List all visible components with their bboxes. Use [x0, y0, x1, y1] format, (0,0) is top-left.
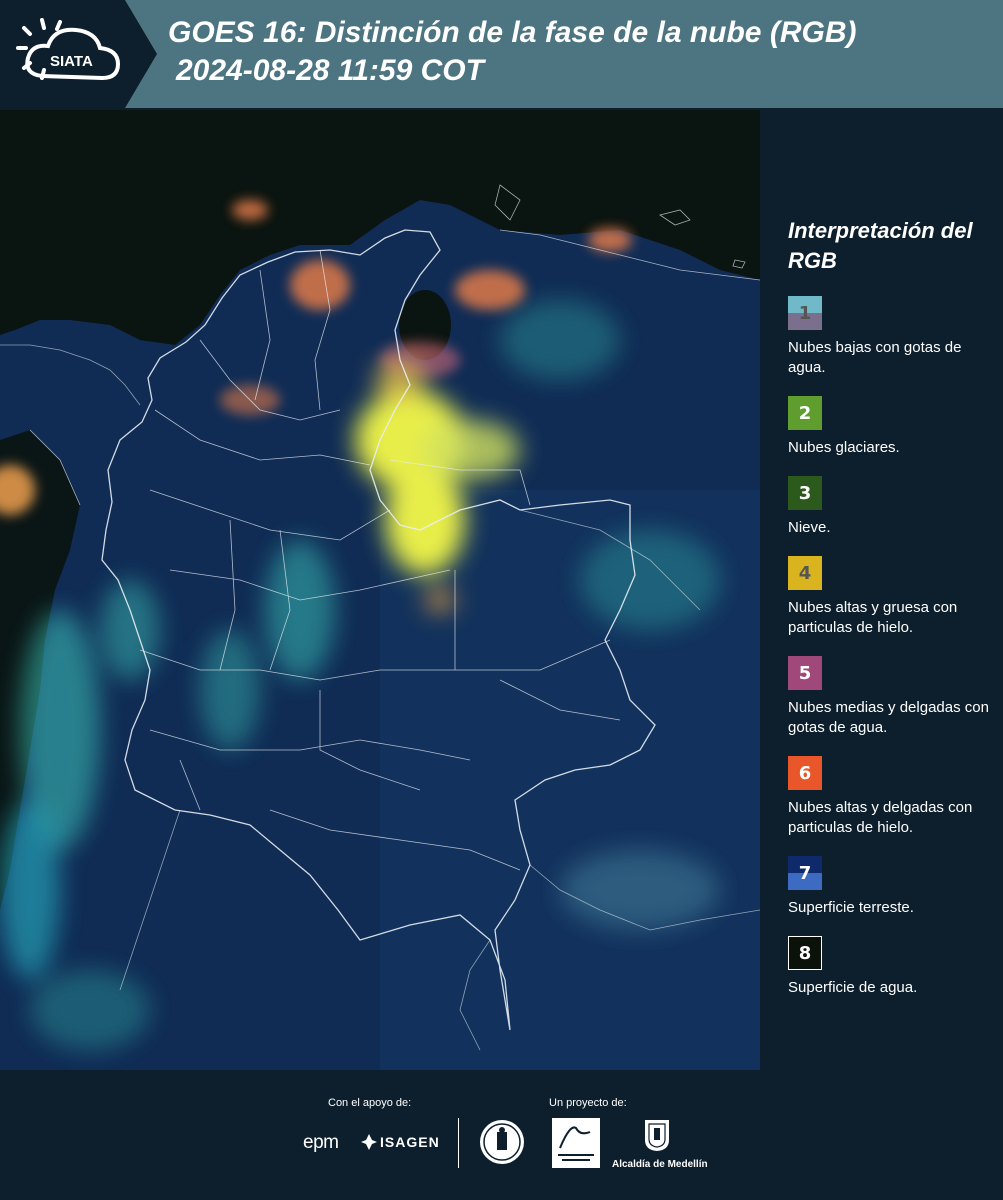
legend-swatch: 5 — [788, 656, 822, 690]
legend-number: 7 — [798, 862, 812, 884]
legend-label: Nieve. — [788, 519, 831, 536]
legend-item: 2 Nubes glaciares. — [788, 396, 993, 458]
medellin-label: Alcaldía de Medellín — [612, 1159, 708, 1170]
legend-item: 8 Superficie de agua. — [788, 936, 993, 998]
legend-number: 8 — [798, 942, 812, 964]
footer: Con el apoyo de: Un proyecto de: epm ISA… — [0, 1070, 1003, 1200]
legend-item: 4 Nubes altas y gruesa con particulas de … — [788, 556, 993, 638]
university-seal-icon — [480, 1120, 524, 1164]
legend-number: 3 — [798, 482, 812, 504]
legend-label: Nubes glaciares. — [788, 439, 900, 456]
medellin-crest-icon — [645, 1120, 669, 1151]
legend-swatch: 8 — [788, 936, 822, 970]
legend-item: 3 Nieve. — [788, 476, 993, 538]
footer-divider — [458, 1118, 459, 1168]
support-label: Con el apoyo de: — [328, 1097, 412, 1109]
legend-label: Nubes medias y delgadas con gotas de agu… — [788, 699, 989, 736]
legend-label: Nubes bajas con gotas de agua. — [788, 339, 962, 376]
area-metropolitana-logo — [552, 1118, 600, 1168]
epm-logo: epm — [303, 1132, 339, 1153]
legend-swatch: 1 — [788, 296, 822, 330]
legend-item: 5 Nubes medias y delgadas con gotas de ag… — [788, 656, 993, 738]
legend-swatch: 2 — [788, 396, 822, 430]
legend-swatch: 3 — [788, 476, 822, 510]
legend-label: Superficie terreste. — [788, 899, 914, 916]
title-timestamp: 2024-08-28 11:59 COT — [176, 54, 484, 87]
legend-swatch: 4 — [788, 556, 822, 590]
isagen-icon — [361, 1134, 377, 1150]
legend-items: 1 Nubes bajas con gotas de agua. 2 Nubes gl… — [788, 296, 993, 998]
satellite-map — [0, 110, 760, 1070]
legend-label: Nubes altas y gruesa con particulas de h… — [788, 599, 958, 636]
isagen-logo: ISAGEN — [380, 1134, 440, 1150]
legend-item: 1 Nubes bajas con gotas de agua. — [788, 296, 993, 378]
legend-swatch: 7 — [788, 856, 822, 890]
legend-label: Nubes altas y delgadas con particulas de… — [788, 799, 973, 836]
project-label: Un proyecto de: — [549, 1097, 627, 1109]
title-line-1: GOES 16: Distinción de la fase de la nub… — [168, 16, 857, 49]
legend-item: 7 Superficie terreste. — [788, 856, 993, 918]
header: SIATA GOES 16: Distinción de la fase de … — [0, 0, 1003, 110]
satellite-image — [0, 110, 760, 1070]
siata-logo: SIATA — [16, 18, 121, 81]
legend-item: 6 Nubes altas y delgadas con particulas d… — [788, 756, 993, 838]
page-title: GOES 16: Distinción de la fase de la nub… — [168, 14, 988, 90]
legend-number: 6 — [798, 762, 812, 784]
legend: Interpretación del RGB 1 Nubes bajas con … — [788, 216, 993, 1016]
legend-number: 5 — [798, 662, 812, 684]
legend-number: 2 — [798, 402, 812, 424]
legend-swatch: 6 — [788, 756, 822, 790]
legend-title: Interpretación del RGB — [788, 218, 973, 273]
legend-number: 1 — [798, 302, 812, 324]
brand-text: SIATA — [50, 53, 93, 70]
legend-number: 4 — [798, 562, 812, 584]
legend-label: Superficie de agua. — [788, 979, 918, 996]
